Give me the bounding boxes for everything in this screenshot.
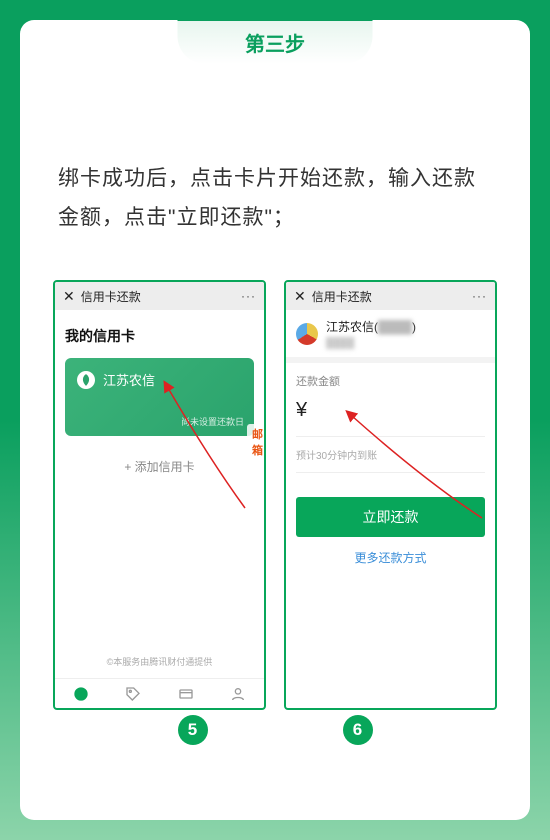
bank-name: 江苏农信 xyxy=(103,370,155,389)
phone-screenshot-5: ✕ 信用卡还款 ··· 我的信用卡 江苏农信 尚未设置还款日 + 添加信用卡 xyxy=(53,280,266,710)
amount-input[interactable]: ¥ xyxy=(296,399,485,422)
pay-now-button[interactable]: 立即还款 xyxy=(296,497,485,537)
step-number-row: 5 6 xyxy=(20,715,530,745)
nav-card-icon[interactable] xyxy=(177,685,195,703)
bank-logo-icon xyxy=(296,323,318,345)
page-title: 信用卡还款 xyxy=(81,288,141,305)
step-circle-6: 6 xyxy=(343,715,373,745)
close-icon[interactable]: ✕ xyxy=(294,288,306,305)
tutorial-card: 第三步 绑卡成功后，点击卡片开始还款，输入还款金额，点击"立即还款"； ✕ 信用… xyxy=(20,20,530,820)
bank-sub: ████ xyxy=(326,338,354,349)
bottom-nav: ¥ xyxy=(55,678,264,708)
instruction-text: 绑卡成功后，点击卡片开始还款，输入还款金额，点击"立即还款"； xyxy=(58,160,492,238)
nav-wallet-icon[interactable]: ¥ xyxy=(72,685,90,703)
currency-symbol: ¥ xyxy=(296,399,307,421)
nav-tag-icon[interactable] xyxy=(124,685,142,703)
more-icon[interactable]: ··· xyxy=(472,289,487,303)
credit-card-tile[interactable]: 江苏农信 尚未设置还款日 xyxy=(65,358,254,436)
add-card-button[interactable]: + 添加信用卡 xyxy=(65,436,254,497)
masked-digits: ████ xyxy=(378,320,412,334)
email-badge: 邮箱 xyxy=(247,424,266,460)
page-title: 信用卡还款 xyxy=(312,288,372,305)
step-label: 第三步 xyxy=(245,28,305,57)
bank-row[interactable]: 江苏农信(████) ████ xyxy=(286,310,495,363)
bank-name: 江苏农信( xyxy=(326,320,378,334)
card-note: 尚未设置还款日 xyxy=(181,415,244,428)
nav-profile-icon[interactable] xyxy=(229,685,247,703)
phone-screenshot-6: ✕ 信用卡还款 ··· 江苏农信(████) ████ 还款金额 ¥ xyxy=(284,280,497,710)
step-badge: 第三步 xyxy=(178,20,373,64)
titlebar: ✕ 信用卡还款 ··· xyxy=(55,282,264,310)
phone-screenshots: ✕ 信用卡还款 ··· 我的信用卡 江苏农信 尚未设置还款日 + 添加信用卡 xyxy=(53,280,497,710)
footer-note: ©本服务由腾讯财付通提供 xyxy=(55,655,264,668)
svg-text:¥: ¥ xyxy=(78,689,84,698)
titlebar: ✕ 信用卡还款 ··· xyxy=(286,282,495,310)
step-circle-5: 5 xyxy=(178,715,208,745)
bank-logo-icon xyxy=(77,371,95,389)
eta-text: 预计30分钟内到账 xyxy=(296,437,485,472)
divider xyxy=(296,472,485,473)
more-payment-ways-link[interactable]: 更多还款方式 xyxy=(286,537,495,578)
close-icon[interactable]: ✕ xyxy=(63,288,75,305)
more-icon[interactable]: ··· xyxy=(241,289,256,303)
section-heading: 我的信用卡 xyxy=(65,326,254,346)
amount-label: 还款金额 xyxy=(296,373,485,389)
